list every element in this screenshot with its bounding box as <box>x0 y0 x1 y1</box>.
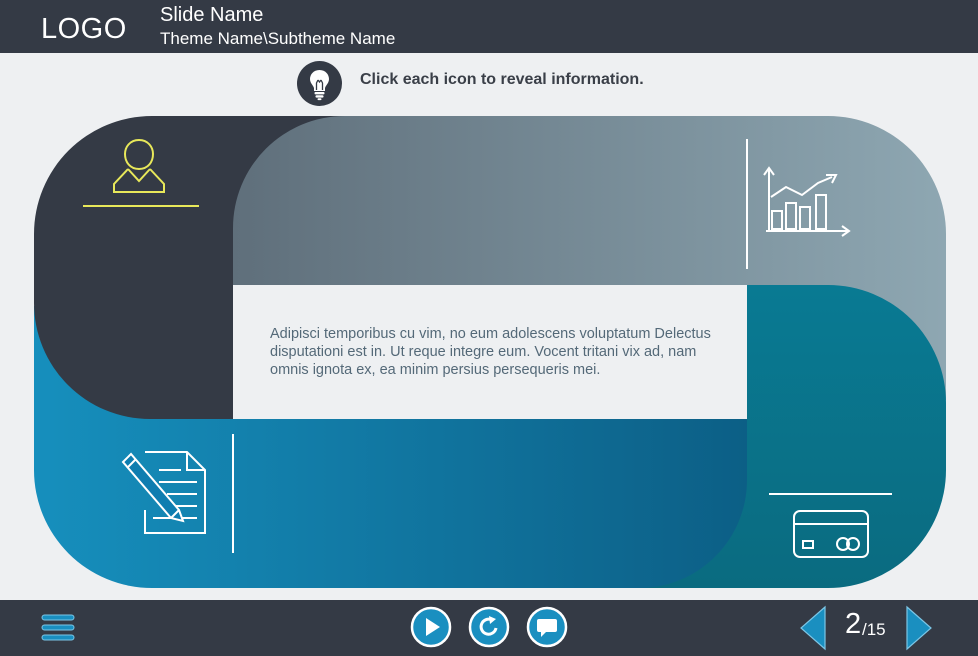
next-arrow-icon[interactable] <box>905 605 933 651</box>
comment-button[interactable] <box>526 606 568 648</box>
menu-icon[interactable] <box>40 612 76 644</box>
replay-icon <box>468 606 510 648</box>
chart-growth-icon[interactable] <box>760 165 852 237</box>
play-button[interactable] <box>410 606 452 648</box>
current-page-number: 2 <box>845 608 862 640</box>
play-icon <box>410 606 452 648</box>
info-body-text: Adipisci temporibus cu vim, no eum adole… <box>270 326 711 378</box>
prev-arrow-icon[interactable] <box>799 605 827 651</box>
user-icon[interactable] <box>106 136 172 198</box>
replay-button[interactable] <box>468 606 510 648</box>
total-pages: /15 <box>862 620 886 639</box>
document-pencil-icon[interactable] <box>117 448 209 538</box>
credit-card-icon[interactable] <box>791 508 871 560</box>
comment-icon <box>526 606 568 648</box>
